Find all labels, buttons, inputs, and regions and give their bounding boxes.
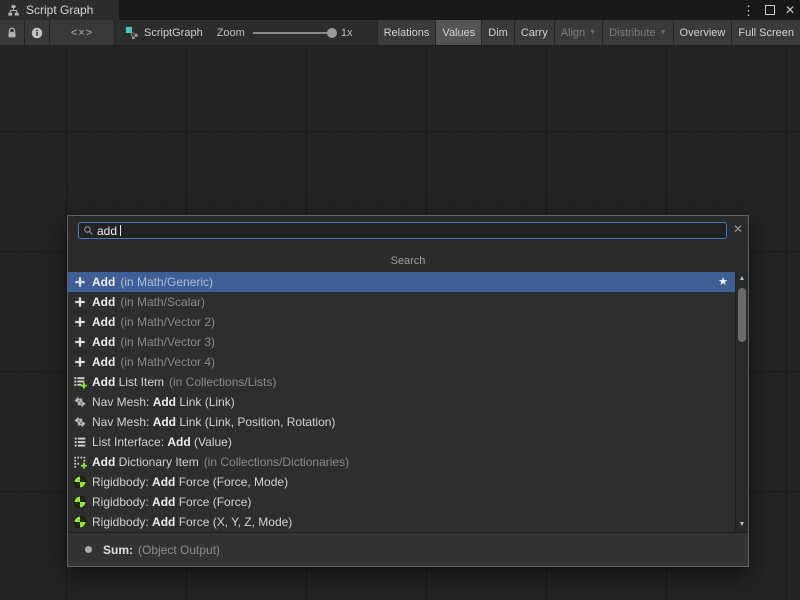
kebab-menu-icon[interactable]: ⋮ — [742, 4, 755, 17]
lock-button[interactable] — [0, 20, 25, 45]
finder-list: Add(in Math/Generic) ★ Add(in Math/Scalar)… — [68, 272, 735, 532]
list-item[interactable]: Add Dictionary Item(in Collections/Dicti… — [68, 452, 735, 472]
plus-icon — [73, 315, 88, 330]
scroll-up-icon[interactable]: ▲ — [736, 274, 748, 284]
search-icon — [83, 225, 94, 236]
dictionary-add-icon — [73, 455, 88, 470]
info-button[interactable] — [25, 20, 50, 45]
list-item[interactable]: Add(in Math/Vector 2) — [68, 312, 735, 332]
search-input[interactable]: add — [78, 222, 727, 239]
toolbar-button-distribute[interactable]: Distribute ▼ — [602, 20, 672, 45]
list-item[interactable]: List Interface: Add (Value) — [68, 432, 735, 452]
clear-search-icon[interactable]: ✕ — [733, 223, 743, 235]
tab-label: Script Graph — [26, 3, 93, 17]
nav-mesh-icon — [73, 395, 88, 410]
plus-icon — [73, 355, 88, 370]
list-item-label: Add Dictionary Item(in Collections/Dicti… — [92, 456, 349, 468]
plus-icon — [73, 335, 88, 350]
toolbar-button-label: Relations — [384, 27, 430, 39]
list-item-label: Rigidbody: Add Force (Force) — [92, 496, 251, 508]
list-item[interactable]: Rigidbody: Add Force (Force) — [68, 492, 735, 512]
plus-icon — [73, 275, 88, 290]
list-item[interactable]: Add(in Math/Vector 3) — [68, 332, 735, 352]
search-section-header: Search — [68, 255, 748, 267]
graph-breadcrumb: ScriptGraph — [125, 20, 203, 45]
lock-icon — [5, 26, 19, 40]
close-icon[interactable]: ✕ — [785, 4, 795, 16]
toolbar-button-carry[interactable]: Carry — [514, 20, 554, 45]
list-item[interactable]: Rigidbody: Add Force (Force, Mode) — [68, 472, 735, 492]
finder-footer: Sum: (Object Output) — [68, 532, 748, 566]
window-title-bar: Script Graph ⋮ ✕ — [0, 0, 800, 20]
list-item-label: Add(in Math/Vector 4) — [92, 356, 215, 368]
toolbar-button-relations[interactable]: Relations — [377, 20, 436, 45]
list-item-label: Add(in Math/Vector 3) — [92, 336, 215, 348]
list-icon — [73, 435, 88, 450]
favorite-star-icon[interactable]: ★ — [718, 275, 728, 288]
scroll-down-icon[interactable]: ▼ — [736, 520, 748, 530]
toolbar-button-overview[interactable]: Overview — [673, 20, 732, 45]
fuzzy-finder-panel: add ✕ Search Add(in Math/Generic)★Add(in… — [67, 215, 749, 567]
dot-icon — [85, 546, 92, 553]
plus-icon — [73, 295, 88, 310]
list-add-icon — [73, 375, 88, 390]
code-view-button[interactable]: <×> — [50, 20, 115, 45]
code-icon: <×> — [71, 27, 93, 39]
footer-port-type: (Object Output) — [138, 543, 220, 557]
list-item-label: Rigidbody: Add Force (Force, Mode) — [92, 476, 288, 488]
graph-hierarchy-icon — [7, 4, 20, 17]
list-item-label: Add(in Math/Generic) — [92, 276, 213, 288]
toolbar-button-values[interactable]: Values — [435, 20, 481, 45]
text-caret — [120, 225, 121, 236]
nav-mesh-icon — [73, 415, 88, 430]
list-item-label: List Interface: Add (Value) — [92, 436, 232, 448]
toolbar-button-label: Distribute — [609, 27, 655, 39]
toolbar-buttons: Relations Values Dim Carry Align ▼ Distribute ▼… — [377, 20, 800, 45]
zoom-slider[interactable] — [253, 32, 333, 34]
list-item[interactable]: Add(in Math/Generic) ★ — [68, 272, 735, 292]
list-item-label: Add(in Math/Scalar) — [92, 296, 205, 308]
script-graph-icon — [125, 26, 139, 40]
chevron-down-icon: ▼ — [660, 29, 667, 36]
toolbar-button-label: Align — [561, 27, 585, 39]
list-item[interactable]: Nav Mesh: Add Link (Link, Position, Rota… — [68, 412, 735, 432]
footer-port-name: Sum: — [103, 543, 133, 557]
list-item[interactable]: Rigidbody: Add Force (X, Y, Z, Mode) — [68, 512, 735, 532]
list-item-label: Add List Item(in Collections/Lists) — [92, 376, 276, 388]
toolbar-button-label: Dim — [488, 27, 508, 39]
maximize-icon[interactable] — [765, 5, 775, 15]
scrollbar-thumb[interactable] — [738, 288, 746, 342]
toolbar-button-full-screen[interactable]: Full Screen — [731, 20, 800, 45]
list-item[interactable]: Nav Mesh: Add Link (Link) — [68, 392, 735, 412]
zoom-label: Zoom — [217, 27, 245, 39]
list-item-label: Rigidbody: Add Force (X, Y, Z, Mode) — [92, 516, 292, 528]
list-item[interactable]: Add(in Math/Scalar) — [68, 292, 735, 312]
search-input-value: add — [97, 225, 117, 237]
toolbar-button-label: Overview — [680, 27, 726, 39]
zoom-value: 1x — [341, 27, 353, 39]
rigidbody-icon — [73, 495, 88, 510]
list-item-label: Nav Mesh: Add Link (Link) — [92, 396, 235, 408]
list-item[interactable]: Add(in Math/Vector 4) — [68, 352, 735, 372]
info-icon — [30, 26, 44, 40]
toolbar-button-label: Carry — [521, 27, 548, 39]
list-item-label: Add(in Math/Vector 2) — [92, 316, 215, 328]
rigidbody-icon — [73, 515, 88, 530]
list-item-label: Nav Mesh: Add Link (Link, Position, Rota… — [92, 416, 335, 428]
zoom-control: Zoom 1x — [217, 20, 353, 45]
chevron-down-icon: ▼ — [589, 29, 596, 36]
zoom-slider-handle[interactable] — [327, 28, 337, 38]
toolbar-button-label: Full Screen — [738, 27, 794, 39]
toolbar-button-align[interactable]: Align ▼ — [554, 20, 602, 45]
graph-toolbar: <×> ScriptGraph Zoom 1x Relations Values D… — [0, 20, 800, 46]
toolbar-button-dim[interactable]: Dim — [481, 20, 514, 45]
window-controls: ⋮ ✕ — [742, 0, 795, 20]
rigidbody-icon — [73, 475, 88, 490]
toolbar-button-label: Values — [442, 27, 475, 39]
tab-script-graph[interactable]: Script Graph — [0, 0, 119, 20]
list-item[interactable]: Add List Item(in Collections/Lists) — [68, 372, 735, 392]
scrollbar[interactable]: ▲ ▼ — [735, 272, 748, 532]
graph-name-label: ScriptGraph — [144, 27, 203, 39]
